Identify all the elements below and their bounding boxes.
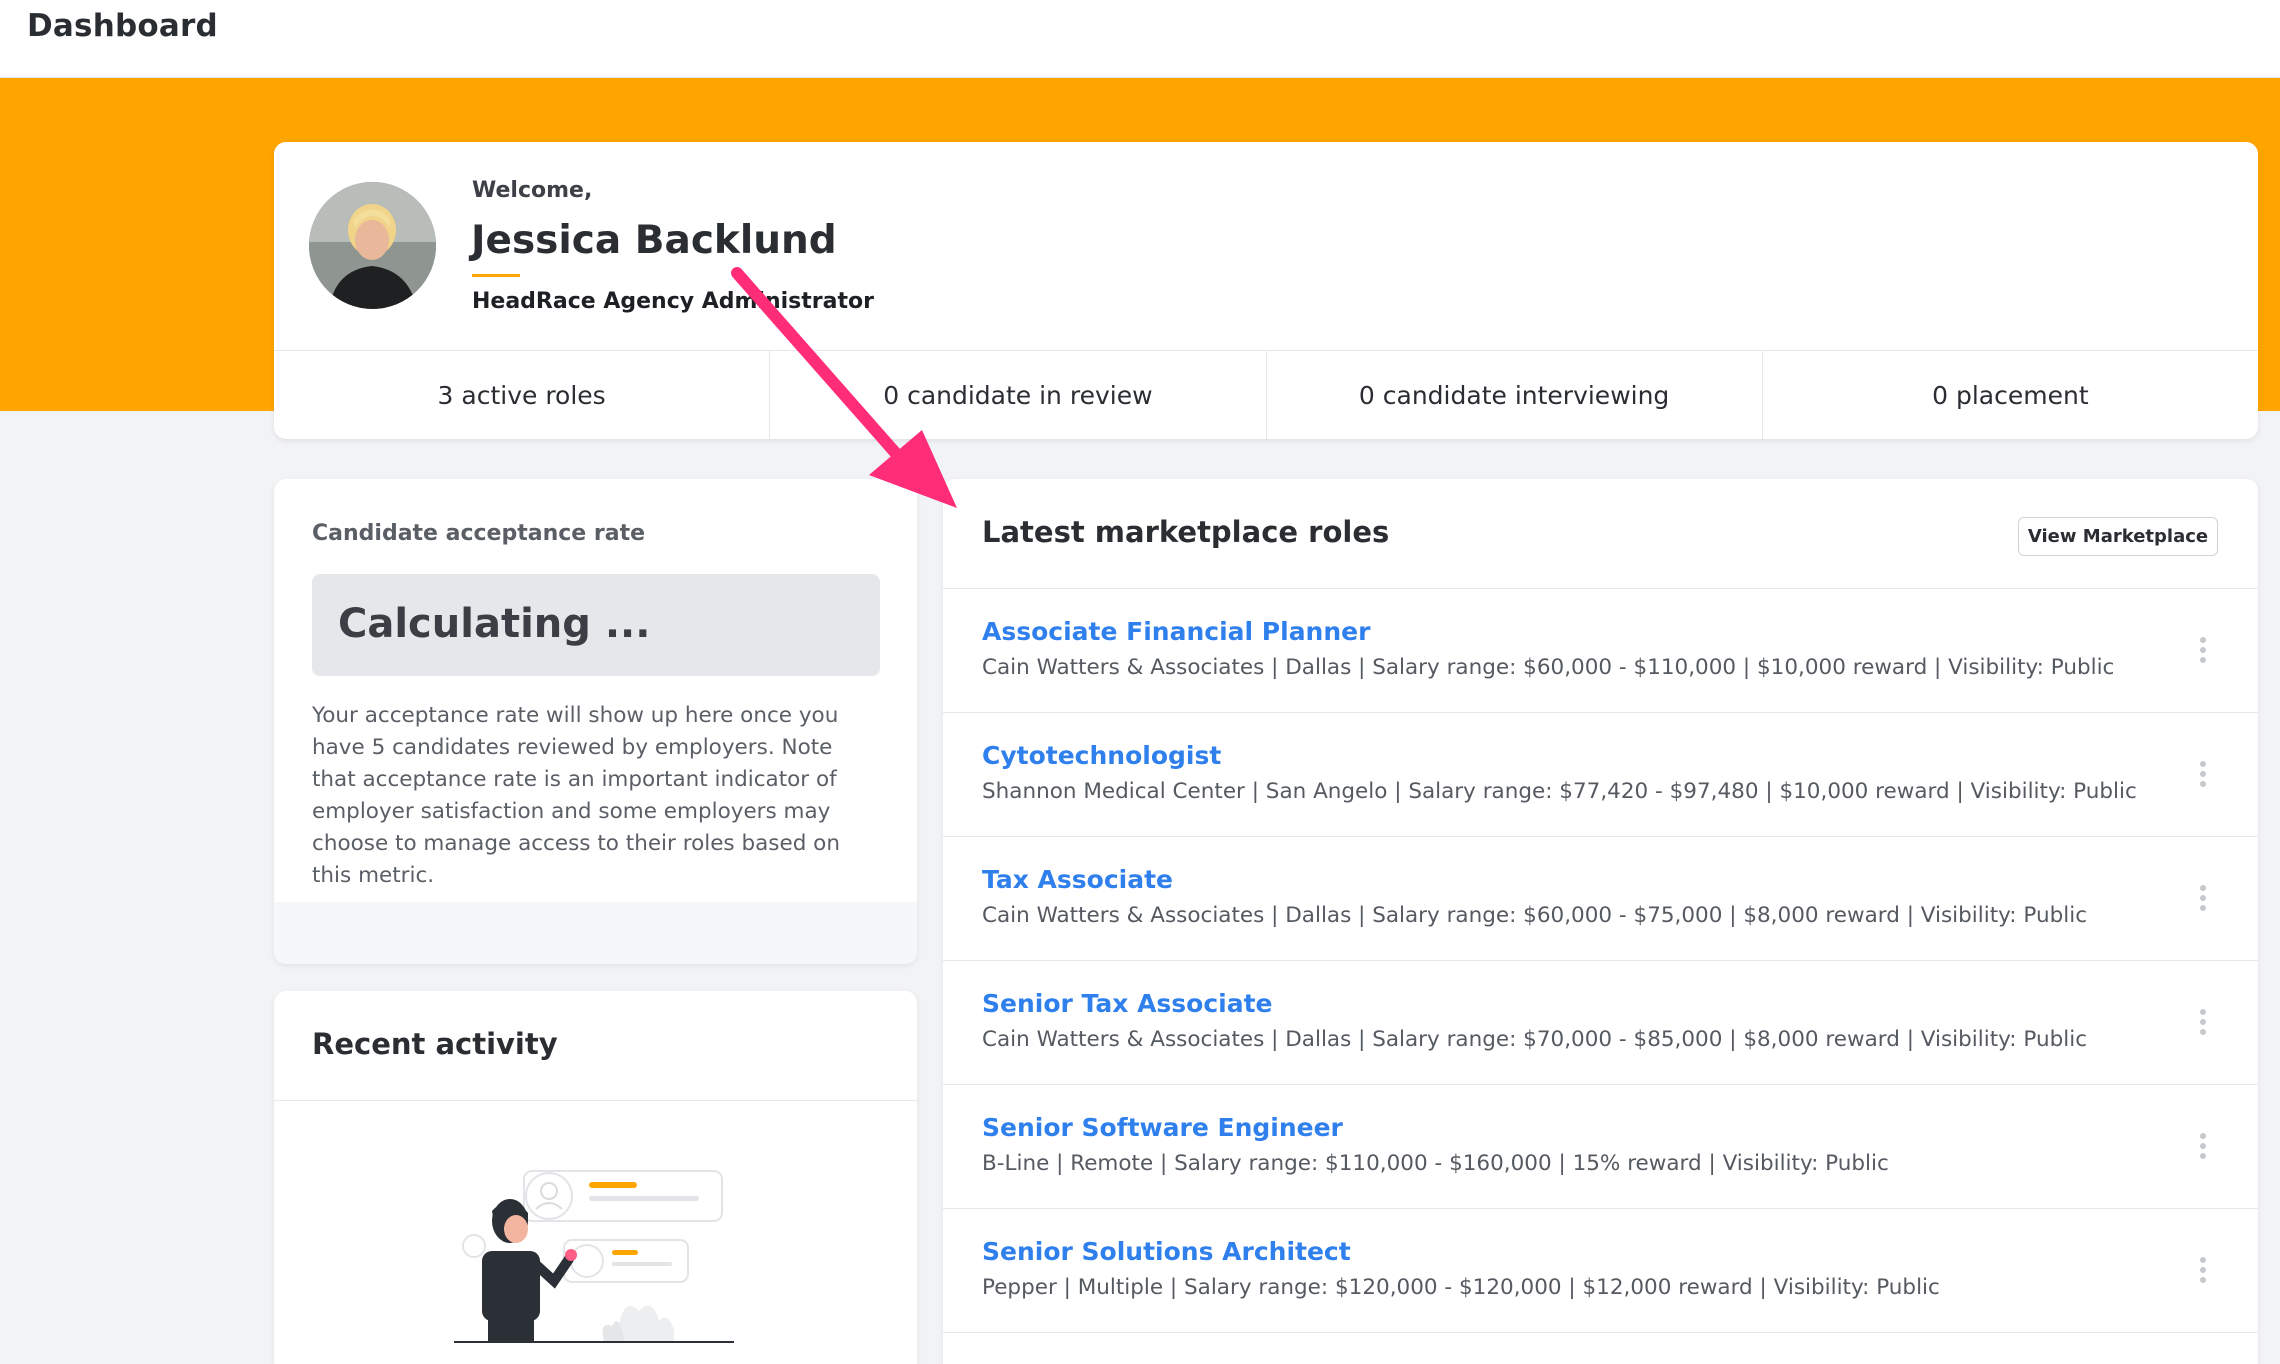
- stat-active-roles[interactable]: 3 active roles: [274, 351, 771, 439]
- role-row: Senior Software Engineer B-Line | Remote…: [943, 1085, 2258, 1209]
- role-row: Senior Tax Associate Cain Watters & Asso…: [943, 961, 2258, 1085]
- avatar[interactable]: [309, 182, 436, 309]
- acceptance-rate-value-box: Calculating ...: [312, 574, 880, 676]
- role-meta: B-Line | Remote | Salary range: $110,000…: [982, 1151, 1889, 1176]
- role-meta: Shannon Medical Center | San Angelo | Sa…: [982, 779, 2137, 804]
- stat-candidate-in-review[interactable]: 0 candidate in review: [770, 351, 1267, 439]
- more-options-icon[interactable]: [2195, 881, 2211, 915]
- stats-bar: 3 active roles 0 candidate in review 0 c…: [274, 350, 2258, 439]
- page-title: Dashboard: [27, 8, 218, 44]
- marketplace-roles-card: Latest marketplace roles View Marketplac…: [943, 479, 2258, 1364]
- role-title-link[interactable]: Cytotechnologist: [982, 741, 1221, 770]
- recent-activity-title: Recent activity: [312, 1027, 558, 1061]
- role-title-link[interactable]: Senior Tax Associate: [982, 989, 1273, 1018]
- more-options-icon[interactable]: [2195, 633, 2211, 667]
- role-title-link[interactable]: Senior Solutions Architect: [982, 1237, 1351, 1266]
- welcome-greeting: Welcome,: [472, 178, 593, 203]
- role-row: Associate Financial Planner Cain Watters…: [943, 589, 2258, 713]
- recent-activity-card: Recent activity: [274, 991, 917, 1364]
- marketplace-roles-title: Latest marketplace roles: [982, 515, 1390, 549]
- view-marketplace-button[interactable]: View Marketplace: [2018, 517, 2218, 556]
- role-row: Cytotechnologist Shannon Medical Center …: [943, 713, 2258, 837]
- role-meta: Pepper | Multiple | Salary range: $120,0…: [982, 1275, 1940, 1300]
- role-title-link[interactable]: Senior Software Engineer: [982, 1113, 1343, 1142]
- stat-candidate-interviewing[interactable]: 0 candidate interviewing: [1267, 351, 1763, 439]
- acceptance-rate-value: Calculating ...: [338, 601, 651, 647]
- marketplace-roles-list: Associate Financial Planner Cain Watters…: [943, 588, 2258, 1333]
- name-underline: [472, 274, 520, 277]
- acceptance-rate-description: Your acceptance rate will show up here o…: [312, 703, 840, 888]
- more-options-icon[interactable]: [2195, 1129, 2211, 1163]
- stat-placement[interactable]: 0 placement: [1763, 351, 2258, 439]
- role-title-link[interactable]: Associate Financial Planner: [982, 617, 1370, 646]
- more-options-icon[interactable]: [2195, 1253, 2211, 1287]
- role-meta: Cain Watters & Associates | Dallas | Sal…: [982, 1027, 2088, 1052]
- more-options-icon[interactable]: [2195, 757, 2211, 791]
- avatar-photo: [309, 182, 436, 309]
- user-role: HeadRace Agency Administrator: [472, 289, 874, 314]
- divider: [274, 1100, 917, 1101]
- more-options-icon[interactable]: [2195, 1005, 2211, 1039]
- role-row: Tax Associate Cain Watters & Associates …: [943, 837, 2258, 961]
- role-row: Senior Solutions Architect Pepper | Mult…: [943, 1209, 2258, 1333]
- role-title-link[interactable]: Tax Associate: [982, 865, 1173, 894]
- acceptance-rate-card: Candidate acceptance rate Calculating ..…: [274, 479, 917, 964]
- top-bar: Dashboard: [0, 0, 2280, 78]
- empty-activity-illustration: [454, 1170, 734, 1343]
- acceptance-rate-label: Candidate acceptance rate: [312, 521, 646, 546]
- welcome-card: Welcome, Jessica Backlund HeadRace Agenc…: [274, 142, 2258, 439]
- acceptance-card-footer: [274, 902, 917, 964]
- role-meta: Cain Watters & Associates | Dallas | Sal…: [982, 655, 2115, 680]
- role-meta: Cain Watters & Associates | Dallas | Sal…: [982, 903, 2088, 928]
- user-name: Jessica Backlund: [471, 218, 837, 263]
